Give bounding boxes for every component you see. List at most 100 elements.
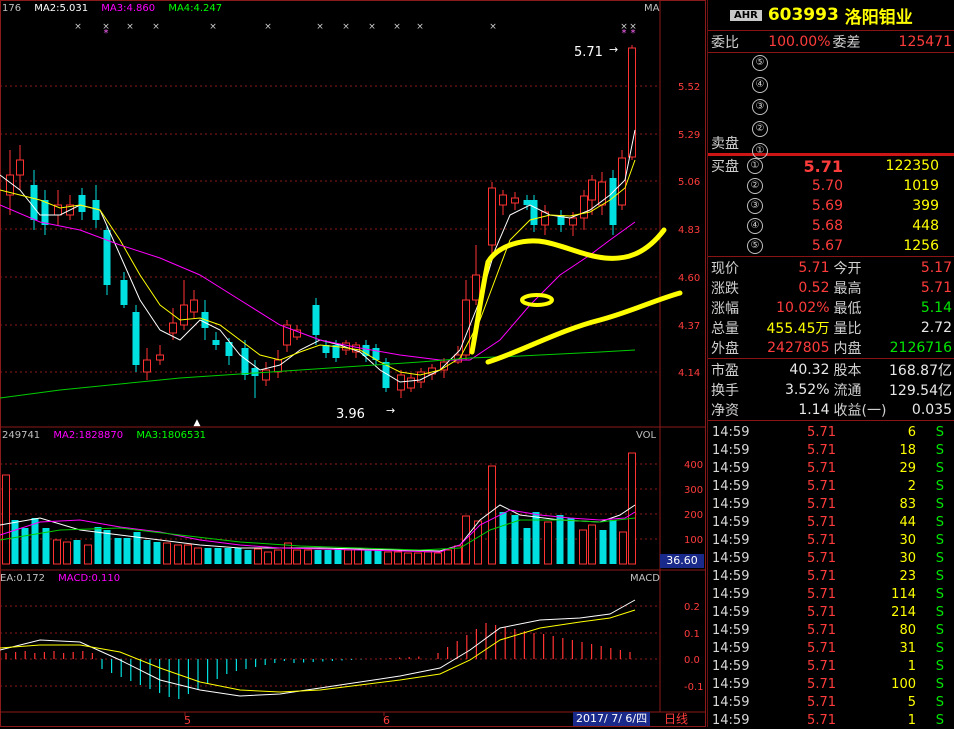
- sell-level-2: ②: [752, 121, 768, 137]
- volume-bar-down: [364, 550, 372, 564]
- stat-label-xianjia: 现价: [711, 261, 739, 277]
- volume-bar-up: [194, 547, 202, 565]
- tick-volume: 80: [899, 622, 916, 638]
- volume-bar-down: [143, 540, 151, 564]
- ma3-label: MA3:4.860: [101, 3, 156, 14]
- tick-row: 14:59 5.71 30 S: [708, 531, 954, 549]
- volume-bar-up: [354, 548, 362, 565]
- candle-body-up: [180, 304, 188, 326]
- buy-level-5: ⑤: [747, 238, 763, 254]
- buy-row-5[interactable]: ⑤ 5.67 1256: [708, 236, 954, 256]
- tick-row: 14:59 5.71 114 S: [708, 585, 954, 603]
- fund-label-guben: 股本: [833, 363, 862, 379]
- buy-price-2: 5.70: [811, 178, 843, 194]
- annotation-curve-lower: [485, 290, 683, 365]
- top-event-marker: ×: [489, 22, 497, 32]
- sell-levels: ⑤ ④ ③ ② ①: [752, 55, 768, 159]
- volume-bar-up: [384, 551, 392, 565]
- candle-body-down: [251, 368, 259, 376]
- volume-bar-up: [293, 549, 301, 565]
- stat-value-neipan: 2126716: [889, 340, 952, 356]
- tick-side: S: [935, 550, 944, 566]
- tick-price: 5.71: [807, 478, 836, 494]
- stat-row-3: 涨幅 10.02% 最低 5.14: [708, 298, 954, 318]
- fundamentals: 市盈 40.32 股本 168.87亿 换手 3.52% 流通 129.54亿 …: [708, 358, 954, 420]
- buy-price-5: 5.67: [811, 238, 843, 254]
- volume-bar-up: [414, 552, 422, 565]
- tick-price: 5.71: [807, 424, 836, 440]
- main-y-tick-label: 5.29: [678, 130, 700, 141]
- kline-chart-area[interactable]: 5.52 5.29 5.06 4.83 4.60 4.37 4.14 400 300 200 100…: [0, 0, 706, 727]
- volume-bar-down: [374, 550, 382, 564]
- top-star-marker: *: [104, 28, 109, 39]
- candle-body-down: [120, 280, 128, 305]
- low-arrow: →: [386, 404, 395, 417]
- tick-row: 14:59 5.71 83 S: [708, 495, 954, 513]
- buy-row-3[interactable]: ③ 5.69 399: [708, 196, 954, 216]
- tick-row: 14:59 5.71 18 S: [708, 441, 954, 459]
- buy-row-2[interactable]: ② 5.70 1019: [708, 176, 954, 196]
- buy-row-1[interactable]: 买盘 ① 5.71 122350: [708, 156, 954, 176]
- buy-vol-3: 399: [912, 198, 939, 214]
- candle-body-down: [362, 345, 370, 356]
- buy-row-4[interactable]: ④ 5.68 448: [708, 216, 954, 236]
- top-event-marker: ×: [316, 22, 324, 32]
- fund-label-jingzi: 净资: [711, 403, 739, 419]
- volume-bar-up: [284, 542, 292, 565]
- candle-body-down: [530, 200, 538, 225]
- candle-body-up: [472, 274, 480, 301]
- candle-body-up: [143, 359, 151, 373]
- sell-label: 卖盘: [711, 136, 739, 152]
- volume-bar-up: [274, 549, 282, 565]
- sell-level-5: ⑤: [752, 55, 768, 71]
- stat-value-zhangdie: 0.52: [798, 280, 830, 296]
- candle-body-up: [407, 377, 415, 389]
- tick-side: S: [935, 424, 944, 440]
- tick-price: 5.71: [807, 604, 836, 620]
- bottom-marker: ▲: [194, 418, 201, 428]
- candle-body-up: [499, 194, 507, 206]
- volume-bar-up: [63, 541, 71, 565]
- ahr-badge[interactable]: AHR: [730, 9, 762, 21]
- volume-bar-down: [609, 520, 617, 564]
- fund-row-1: 市盈 40.32 股本 168.87亿: [708, 360, 954, 380]
- tick-row: 14:59 5.71 30 S: [708, 549, 954, 567]
- weibi-row: 委比 100.00% 委差 125471: [708, 30, 954, 52]
- volume-bar-down: [244, 550, 252, 564]
- fund-value-liutong: 129.54亿: [889, 383, 952, 399]
- tick-row: 14:59 5.71 1 S: [708, 711, 954, 729]
- top-star-marker: *: [622, 28, 627, 39]
- tick-side: S: [935, 514, 944, 530]
- tick-side: S: [935, 676, 944, 692]
- period-label[interactable]: 日线: [664, 712, 688, 726]
- fund-label-shiying: 市盈: [711, 363, 739, 379]
- buy-price-4: 5.68: [811, 218, 843, 234]
- tick-side: S: [935, 496, 944, 512]
- tick-time: 14:59: [712, 712, 750, 728]
- tick-list[interactable]: 14:59 5.71 6 S 14:59 5.71 18 S 14:59 5.71 29 S 14:59…: [708, 420, 954, 729]
- tick-time: 14:59: [712, 496, 750, 512]
- buy-label: 买盘: [711, 159, 739, 175]
- top-star-marker: *: [631, 28, 636, 39]
- macd-legend: EA:0.172 MACD:0.110: [0, 573, 130, 589]
- tick-volume: 44: [899, 514, 916, 530]
- ma2-label: MA2:5.031: [34, 3, 89, 14]
- volume-bar-down: [103, 530, 111, 564]
- tick-side: S: [935, 604, 944, 620]
- stock-code: 603993: [767, 5, 839, 25]
- stat-row-2: 涨跌 0.52 最高 5.71: [708, 278, 954, 298]
- fund-value-jingzi: 1.14: [798, 402, 830, 418]
- stat-value-liangbi: 2.72: [920, 320, 952, 336]
- stat-row-5: 外盘 2427805 内盘 2126716: [708, 338, 954, 358]
- tick-row: 14:59 5.71 31 S: [708, 639, 954, 657]
- tick-time: 14:59: [712, 532, 750, 548]
- tick-price: 5.71: [807, 568, 836, 584]
- stat-label-zhangfu: 涨幅: [711, 301, 739, 317]
- tick-time: 14:59: [712, 622, 750, 638]
- macd-y-tick-label: 0.0: [684, 655, 700, 666]
- tick-row: 14:59 5.71 214 S: [708, 603, 954, 621]
- tick-price: 5.71: [807, 496, 836, 512]
- tick-volume: 31: [899, 640, 916, 656]
- kline-chart-canvas[interactable]: 5.52 5.29 5.06 4.83 4.60 4.37 4.14 400 300 200 100…: [0, 0, 706, 727]
- top-event-marker: ×: [74, 22, 82, 32]
